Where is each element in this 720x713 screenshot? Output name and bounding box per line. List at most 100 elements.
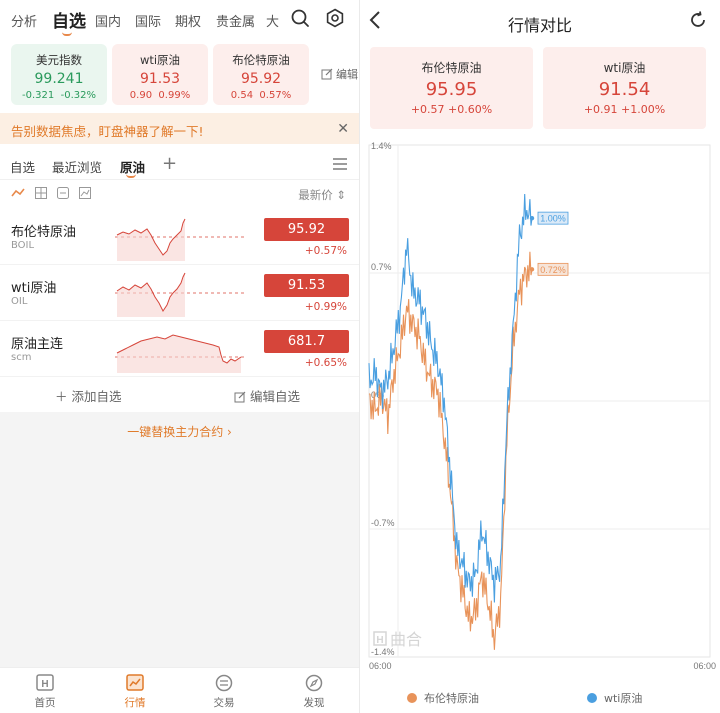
chart-legend: 布伦特原油 wti原油 — [360, 690, 720, 710]
index-card-wti[interactable]: wti原油 91.53 0.90 0.99% — [112, 44, 208, 105]
series-line — [368, 193, 533, 603]
refresh-icon[interactable] — [688, 10, 708, 30]
row-price: 681.7 — [264, 330, 349, 353]
series-line — [368, 251, 533, 650]
table-row[interactable]: 原油主连 scm 681.7 +0.65% — [0, 321, 359, 377]
row-code: OIL — [11, 296, 28, 307]
empty-area: 一键替换主力合约 › — [0, 412, 359, 667]
row-change: +0.65% — [304, 357, 347, 369]
sparkline — [115, 218, 245, 261]
index-card-dollar[interactable]: 美元指数 99.241 -0.321 -0.32% — [11, 44, 107, 105]
index-card-name: 布伦特原油 — [232, 53, 290, 67]
index-card-change: 0.90 0.99% — [129, 90, 191, 101]
row-name: 原油主连 — [11, 337, 64, 352]
series-end-point — [529, 267, 535, 272]
nav-trade[interactable]: 交易 — [199, 674, 249, 710]
promo-banner-text: 告别数据焦虑，盯盘神器了解一下! — [11, 124, 204, 139]
edit-icon — [234, 391, 246, 403]
add-group-icon[interactable]: + — [162, 153, 177, 174]
row-code: BOIL — [11, 240, 35, 251]
market-top-nav: 分析 自选 国内 国际 期权 贵金属 大 — [0, 0, 359, 38]
compare-card-brent[interactable]: 布伦特原油 95.95 +0.57 +0.60% — [370, 47, 533, 129]
edit-watch-button[interactable]: 编辑自选 — [234, 386, 300, 405]
tab-watchlist[interactable]: 自选 — [52, 7, 86, 32]
index-card-price: 95.92 — [240, 71, 282, 87]
watermark-logo-letter: H — [376, 635, 383, 646]
row-price: 91.53 — [264, 274, 349, 297]
compare-card-price: 95.95 — [425, 79, 478, 100]
tab-active-indicator — [62, 32, 72, 36]
trade-icon — [215, 674, 233, 692]
legend-item-wti: wti原油 — [587, 690, 642, 706]
series-end-point — [529, 215, 535, 221]
tab-analysis[interactable]: 分析 — [11, 11, 37, 30]
legend-item-brent: 布伦特原油 — [407, 690, 479, 706]
series-end-label: 1.00% — [540, 214, 566, 224]
index-card-price: 99.241 — [34, 71, 84, 87]
bottom-nav: H 首页 行情 交易 发现 — [0, 667, 359, 713]
edit-cards-label: 编辑 — [336, 68, 358, 81]
compare-card-wti[interactable]: wti原油 91.54 +0.91 +1.00% — [543, 47, 706, 129]
compass-icon — [305, 674, 323, 692]
promo-banner[interactable]: 告别数据焦虑，盯盘神器了解一下! ✕ — [0, 113, 359, 144]
watchlist-sub-tabs: 自选 最近浏览 原油 + — [0, 150, 359, 180]
nav-discover[interactable]: 发现 — [289, 674, 339, 710]
compare-card-name: 布伦特原油 — [421, 61, 482, 75]
market-icon — [126, 674, 144, 691]
y-tick-label: -0.7% — [371, 518, 395, 528]
watermark-text: 曲合 — [390, 630, 422, 649]
watchlist-actions: ＋ 添加自选 编辑自选 — [0, 377, 359, 411]
nav-market[interactable]: 行情 — [110, 674, 160, 710]
index-card-change: 0.54 0.57% — [230, 90, 292, 101]
settings-icon[interactable] — [325, 8, 345, 28]
grid-view-icon[interactable] — [35, 187, 47, 199]
sparkline — [115, 272, 245, 317]
nav-home[interactable]: H 首页 — [20, 674, 70, 710]
sparkline — [115, 334, 245, 373]
y-tick-label: 1.4% — [371, 141, 392, 151]
legend-dot — [587, 693, 597, 703]
trend-view-icon[interactable] — [11, 187, 25, 199]
compare-card-change: +0.91 +1.00% — [583, 103, 666, 116]
page-title: 行情对比 — [507, 16, 572, 35]
legend-dot — [407, 693, 417, 703]
row-price: 95.92 — [264, 218, 349, 241]
row-change: +0.57% — [304, 245, 347, 257]
index-cards: 美元指数 99.241 -0.321 -0.32% wti原油 91.53 0.… — [0, 44, 359, 106]
subtab-recent[interactable]: 最近浏览 — [52, 157, 102, 176]
edit-icon — [321, 68, 333, 80]
chart-view-icon[interactable] — [79, 187, 91, 199]
compare-header: 行情对比 — [360, 0, 720, 42]
close-icon[interactable]: ✕ — [337, 121, 349, 137]
index-card-brent[interactable]: 布伦特原油 95.92 0.54 0.57% — [213, 44, 309, 105]
tab-options[interactable]: 期权 — [175, 11, 201, 30]
tab-more[interactable]: 大 — [266, 11, 279, 30]
home-icon: H — [36, 674, 54, 691]
list-header: 最新价 ⇕ — [0, 183, 359, 207]
y-tick-label: 0.7% — [371, 262, 392, 272]
menu-icon[interactable] — [333, 158, 347, 170]
x-tick-label: 06:00 — [369, 661, 392, 671]
replace-contract-link[interactable]: 一键替换主力合约 › — [0, 423, 359, 440]
x-tick-label: 06:00 — [693, 661, 716, 671]
row-name: wti原油 — [11, 281, 57, 296]
sort-by-price[interactable]: 最新价 ⇕ — [298, 187, 346, 203]
left-panel: 分析 自选 国内 国际 期权 贵金属 大 美元指数 99.241 -0.321 … — [0, 0, 359, 713]
compare-chart[interactable]: 1.4% 0.7% 0% -0.7% -1.4% 06:00 06:00 H 曲合 0.72% 1.… — [360, 136, 720, 681]
compare-card-change: +0.57 +0.60% — [410, 103, 493, 116]
row-change: +0.99% — [304, 301, 347, 313]
row-code: scm — [11, 352, 32, 363]
tab-precious-metals[interactable]: 贵金属 — [216, 11, 255, 30]
add-watch-button[interactable]: ＋ 添加自选 — [55, 386, 122, 405]
compare-card-name: wti原油 — [603, 61, 646, 75]
tab-international[interactable]: 国际 — [135, 11, 161, 30]
subtab-watchlist[interactable]: 自选 — [10, 157, 35, 176]
table-row[interactable]: wti原油 OIL 91.53 +0.99% — [0, 265, 359, 321]
card-view-icon[interactable] — [57, 187, 69, 199]
index-card-change: -0.321 -0.32% — [22, 90, 96, 101]
tab-domestic[interactable]: 国内 — [95, 11, 121, 30]
search-icon[interactable] — [290, 8, 310, 28]
table-row[interactable]: 布伦特原油 BOIL 95.92 +0.57% — [0, 209, 359, 265]
row-name: 布伦特原油 — [11, 225, 77, 240]
edit-cards-button[interactable]: 编辑 — [321, 66, 358, 82]
